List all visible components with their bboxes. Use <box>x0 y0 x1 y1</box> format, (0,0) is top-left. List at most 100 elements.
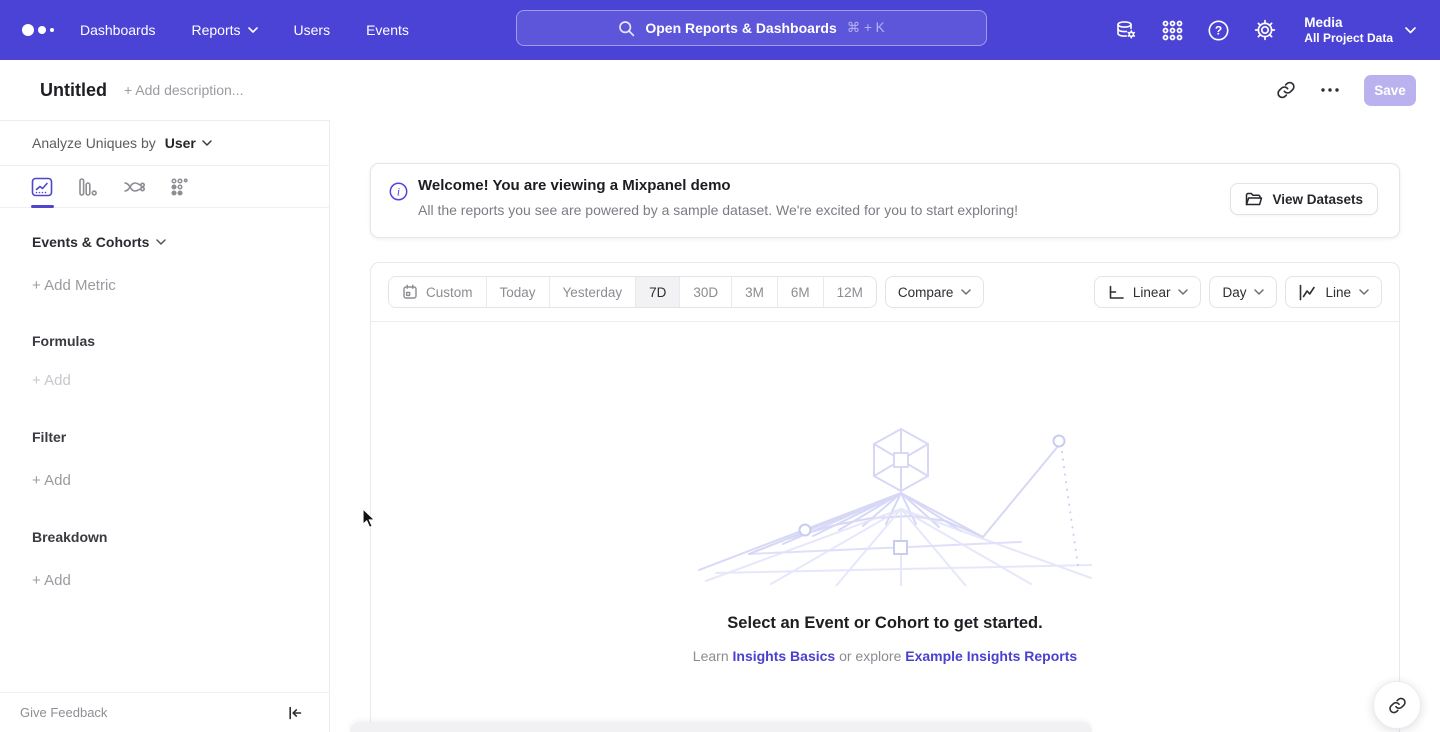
date-range-3m[interactable]: 3M <box>731 277 777 307</box>
sidebar-sections: Events & Cohorts + Add Metric Formulas +… <box>0 234 329 589</box>
analyze-by-value: User <box>165 135 196 151</box>
breakdown-section-header: Breakdown <box>32 529 329 545</box>
svg-text:i: i <box>397 187 400 199</box>
or-explore-text: or explore <box>839 648 901 664</box>
more-ellipsis-icon[interactable] <box>1320 87 1340 93</box>
gear-icon[interactable] <box>1253 18 1277 42</box>
report-controls: Custom Today Yesterday 7D 30D 3M 6M 12M … <box>371 263 1399 322</box>
mixpanel-app: Dashboards Reports Users Events Open Rep… <box>0 0 1440 732</box>
nav-dashboards[interactable]: Dashboards <box>80 22 156 38</box>
logo-dot-icon <box>50 28 54 32</box>
logo-dot-icon <box>38 26 46 34</box>
report-header: Untitled + Add description... Save <box>0 60 1440 120</box>
report-description-placeholder[interactable]: + Add description... <box>124 82 243 98</box>
learn-prefix-text: Learn <box>693 648 729 664</box>
retention-tab-icon <box>170 177 190 197</box>
events-cohorts-label: Events & Cohorts <box>32 234 149 250</box>
nav-users[interactable]: Users <box>294 22 331 38</box>
bar-tab-icon <box>78 177 98 197</box>
report-actions: Save <box>1276 60 1416 120</box>
global-search[interactable]: Open Reports & Dashboards ⌘ + K <box>516 10 987 46</box>
link-icon <box>1388 696 1407 715</box>
interval-label: Day <box>1222 285 1246 300</box>
line-chart-icon <box>1298 284 1317 301</box>
add-formula-button[interactable]: + Add <box>32 372 329 389</box>
report-type-tabs <box>0 166 329 208</box>
date-range-12m[interactable]: 12M <box>823 277 876 307</box>
date-range-yesterday[interactable]: Yesterday <box>549 277 636 307</box>
view-datasets-button[interactable]: View Datasets <box>1230 183 1378 215</box>
compare-label: Compare <box>898 285 954 300</box>
chart-type-label: Line <box>1325 285 1351 300</box>
date-range-30d[interactable]: 30D <box>679 277 731 307</box>
compare-button[interactable]: Compare <box>885 276 985 308</box>
example-insights-reports-link[interactable]: Example Insights Reports <box>905 648 1077 664</box>
date-range-custom[interactable]: Custom <box>389 277 486 307</box>
analyze-prefix-label: Analyze Uniques by <box>32 135 156 151</box>
date-range-6m[interactable]: 6M <box>777 277 823 307</box>
chevron-down-icon <box>1405 27 1416 34</box>
chart-type-selector[interactable]: Line <box>1285 276 1382 308</box>
save-button[interactable]: Save <box>1364 75 1416 106</box>
project-selector[interactable]: Media All Project Data <box>1304 14 1416 46</box>
svg-text:?: ? <box>1215 23 1222 37</box>
events-cohorts-section-header[interactable]: Events & Cohorts <box>32 234 329 250</box>
chevron-down-icon <box>202 140 212 146</box>
linear-scale-icon <box>1107 284 1125 301</box>
give-feedback-link[interactable]: Give Feedback <box>20 705 107 720</box>
query-builder-sidebar: Analyze Uniques by User <box>0 120 330 732</box>
banner-title: Welcome! You are viewing a Mixpanel demo <box>418 177 731 194</box>
tab-funnels[interactable] <box>65 166 111 207</box>
welcome-banner: i Welcome! You are viewing a Mixpanel de… <box>370 163 1400 238</box>
help-icon[interactable]: ? <box>1207 19 1230 42</box>
date-range-7d[interactable]: 7D <box>635 277 679 307</box>
mixpanel-logo[interactable] <box>22 24 66 36</box>
scale-label: Linear <box>1133 285 1171 300</box>
date-range-today[interactable]: Today <box>486 277 549 307</box>
tab-retention[interactable] <box>157 166 203 207</box>
collapse-sidebar-icon[interactable] <box>287 705 303 721</box>
data-management-icon[interactable] <box>1114 18 1138 42</box>
chevron-down-icon <box>248 27 258 33</box>
breakdown-panel-edge[interactable] <box>350 722 1092 732</box>
analyze-row: Analyze Uniques by User <box>0 121 329 166</box>
scale-selector[interactable]: Linear <box>1094 276 1202 308</box>
empty-state-illustration <box>691 421 1111 586</box>
banner-subtitle: All the reports you see are powered by a… <box>418 202 1018 218</box>
chevron-down-icon <box>1254 289 1264 295</box>
copy-link-icon[interactable] <box>1276 80 1296 100</box>
sidebar-footer: Give Feedback <box>0 692 329 732</box>
date-range-label: Custom <box>426 285 473 300</box>
add-breakdown-button[interactable]: + Add <box>32 572 329 589</box>
top-nav: Dashboards Reports Users Events Open Rep… <box>0 0 1440 60</box>
tab-flows[interactable] <box>111 166 157 207</box>
flows-tab-icon <box>123 177 145 197</box>
nav-events[interactable]: Events <box>366 22 409 38</box>
insights-tab-icon <box>31 177 53 197</box>
add-metric-button[interactable]: + Add Metric <box>32 277 329 294</box>
empty-state-subtitle: Learn Insights Basics or explore Example… <box>371 648 1399 664</box>
insights-report-card: Custom Today Yesterday 7D 30D 3M 6M 12M … <box>370 262 1400 732</box>
date-range-segmented-control: Custom Today Yesterday 7D 30D 3M 6M 12M <box>388 276 877 308</box>
nav-reports-label: Reports <box>192 22 241 38</box>
calendar-icon <box>402 284 418 300</box>
nav-reports[interactable]: Reports <box>192 22 258 38</box>
logo-dot-icon <box>22 24 34 36</box>
chevron-down-icon <box>1178 289 1188 295</box>
add-filter-button[interactable]: + Add <box>32 472 329 489</box>
view-datasets-label: View Datasets <box>1272 192 1363 207</box>
report-title[interactable]: Untitled <box>40 80 107 101</box>
formulas-section-header: Formulas <box>32 333 329 349</box>
insights-basics-link[interactable]: Insights Basics <box>733 648 836 664</box>
analyze-by-selector[interactable]: User <box>165 135 212 151</box>
nav-right-cluster: ? Media All Project Data <box>1114 0 1416 60</box>
floating-share-button[interactable] <box>1373 681 1421 729</box>
info-icon: i <box>389 182 408 201</box>
interval-selector[interactable]: Day <box>1209 276 1277 308</box>
chevron-down-icon <box>961 289 971 295</box>
tab-insights[interactable] <box>19 166 65 207</box>
project-subtitle: All Project Data <box>1304 31 1393 46</box>
empty-state-title: Select an Event or Cohort to get started… <box>371 614 1399 633</box>
apps-grid-icon[interactable] <box>1161 19 1184 42</box>
search-label: Open Reports & Dashboards <box>645 20 836 36</box>
